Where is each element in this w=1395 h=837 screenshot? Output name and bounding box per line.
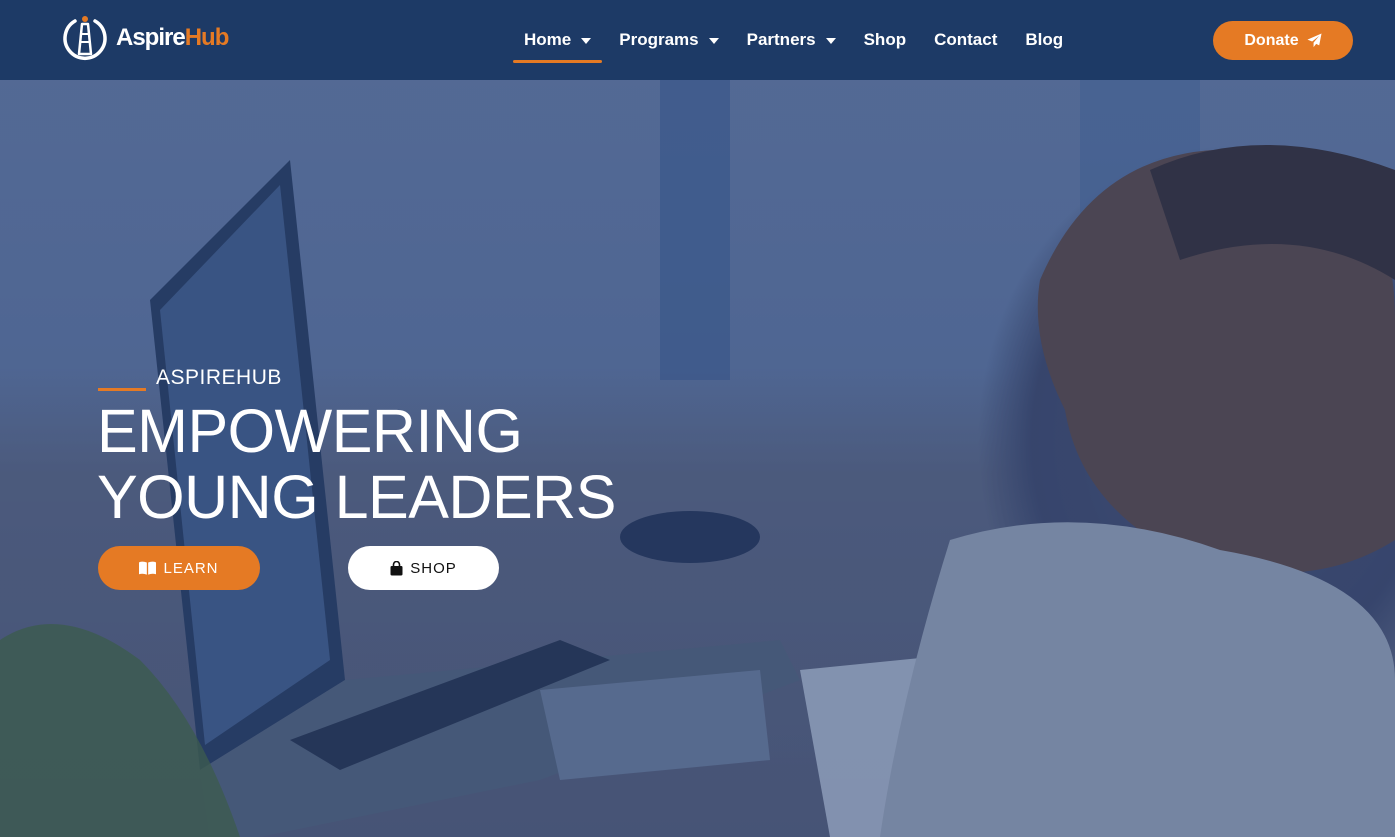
hero-headline: EMPOWERING YOUNG LEADERS — [97, 398, 737, 530]
learn-label: LEARN — [163, 559, 219, 577]
main-menu: Home Programs Partners Shop Contact Blog — [510, 0, 1077, 80]
donate-button[interactable]: Donate — [1213, 21, 1353, 60]
nav-item-partners[interactable]: Partners — [733, 0, 850, 80]
nav-item-shop-label: Shop — [863, 30, 907, 49]
learn-button[interactable]: LEARN — [98, 546, 260, 590]
shopping-bag-icon — [390, 560, 403, 575]
donate-label: Donate — [1244, 31, 1299, 49]
hero-headline-line2: YOUNG LEADERS — [97, 463, 616, 531]
shop-button[interactable]: SHOP — [348, 546, 499, 590]
brand-name-part1: Aspire — [116, 24, 186, 51]
brand-name: AspireHub — [116, 24, 230, 52]
book-icon — [139, 561, 157, 575]
nav-item-blog-label: Blog — [1025, 30, 1064, 49]
nav-item-contact-label: Contact — [934, 30, 998, 49]
brand-logo[interactable]: AspireHub — [60, 14, 230, 62]
chevron-down-icon — [581, 38, 592, 44]
hero-eyebrow: ASPIREHUB — [156, 366, 282, 389]
chevron-down-icon — [825, 38, 836, 44]
chevron-down-icon — [708, 38, 719, 44]
nav-item-programs-label: Programs — [619, 30, 699, 49]
hero-banner: ASPIREHUB EMPOWERING YOUNG LEADERS LEARN… — [0, 80, 1395, 837]
nav-item-home-label: Home — [524, 30, 572, 49]
nav-item-home[interactable]: Home — [510, 0, 605, 80]
nav-item-blog[interactable]: Blog — [1011, 0, 1077, 80]
paper-plane-icon — [1307, 33, 1322, 48]
top-navigation: AspireHub Home Programs Partners Shop Co… — [0, 0, 1395, 80]
lighthouse-logo-icon — [63, 16, 107, 60]
nav-item-programs[interactable]: Programs — [605, 0, 732, 80]
eyebrow-accent-line — [98, 388, 146, 391]
nav-item-contact[interactable]: Contact — [920, 0, 1011, 80]
hero-headline-line1: EMPOWERING — [97, 397, 523, 465]
brand-name-part2: Hub — [184, 24, 230, 51]
nav-item-partners-label: Partners — [746, 30, 816, 49]
nav-item-shop[interactable]: Shop — [850, 0, 921, 80]
shop-label: SHOP — [410, 559, 457, 577]
